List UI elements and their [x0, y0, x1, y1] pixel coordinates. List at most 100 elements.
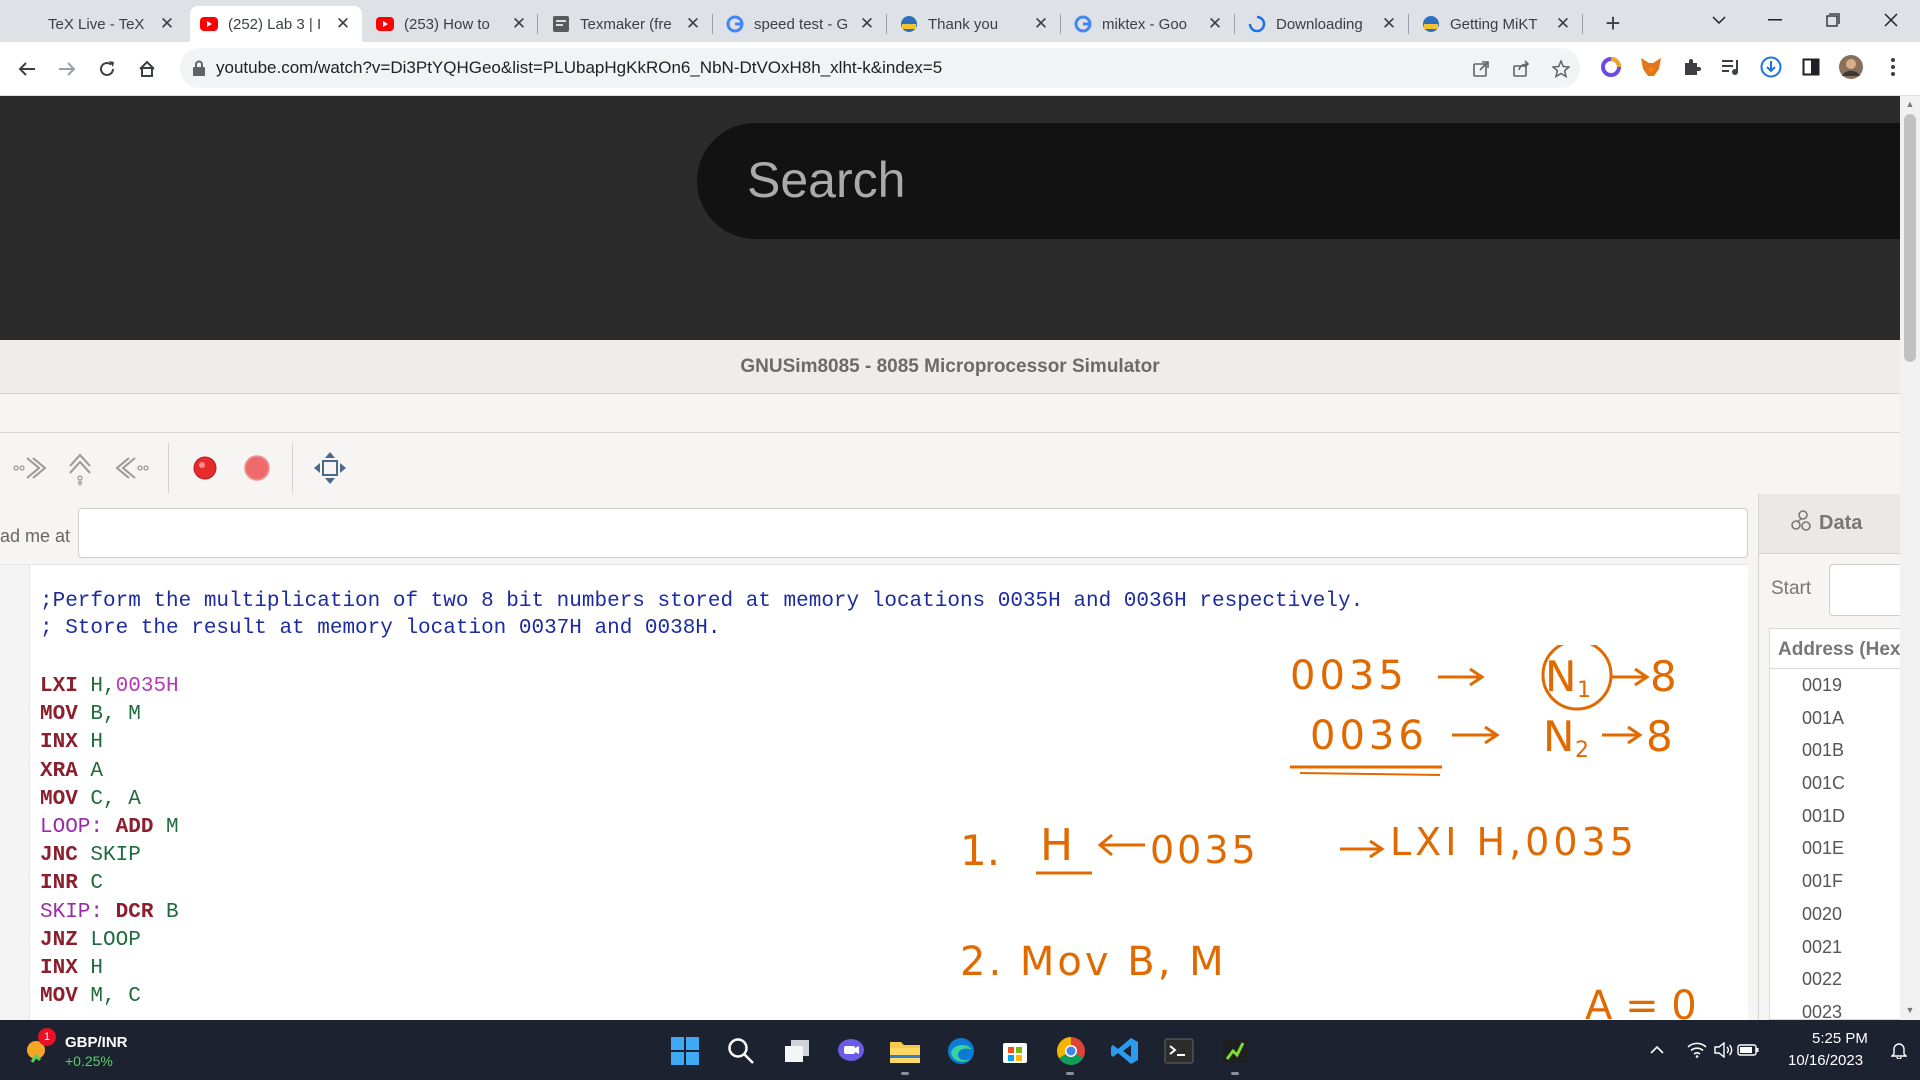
- close-icon[interactable]: ✕: [158, 14, 176, 33]
- scrollbar-thumb[interactable]: [1904, 114, 1916, 362]
- close-icon[interactable]: ✕: [1032, 14, 1050, 33]
- task-view-icon[interactable]: [776, 1030, 818, 1072]
- code-line[interactable]: JNC SKIP: [40, 844, 141, 867]
- close-icon[interactable]: ✕: [1554, 14, 1572, 33]
- minimize-icon[interactable]: [1752, 0, 1798, 40]
- address-row[interactable]: 001D: [1770, 800, 1900, 833]
- load-address-input[interactable]: [78, 508, 1748, 558]
- back-icon[interactable]: [12, 54, 42, 84]
- vscode-icon[interactable]: [1104, 1030, 1146, 1072]
- start-icon[interactable]: [664, 1030, 706, 1072]
- notification-bell-icon[interactable]: [1878, 1029, 1920, 1071]
- close-icon[interactable]: ✕: [684, 14, 702, 33]
- restore-icon[interactable]: [1810, 0, 1856, 40]
- file-explorer-icon[interactable]: [884, 1030, 926, 1072]
- clear-breakpoints-icon[interactable]: [237, 448, 277, 488]
- home-icon[interactable]: [132, 54, 162, 84]
- code-line[interactable]: MOV C, A: [40, 788, 141, 811]
- gnusim-icon[interactable]: [1214, 1030, 1256, 1072]
- scroll-down-icon[interactable]: ▼: [1900, 1002, 1920, 1018]
- close-icon[interactable]: ✕: [1206, 14, 1224, 33]
- tab-texmaker[interactable]: Texmaker (fre ✕: [542, 6, 712, 42]
- code-line[interactable]: MOV B, M: [40, 703, 141, 726]
- code-line[interactable]: INX H: [40, 957, 103, 980]
- tab-downloading[interactable]: Downloading ✕: [1238, 6, 1408, 42]
- chat-icon[interactable]: [830, 1030, 872, 1072]
- code-editor[interactable]: ;Perform the multiplication of two 8 bit…: [0, 564, 1748, 1020]
- terminal-icon[interactable]: [1158, 1030, 1200, 1072]
- address-row[interactable]: 0022: [1770, 963, 1900, 996]
- address-row[interactable]: 001A: [1770, 702, 1900, 735]
- battery-icon[interactable]: [1727, 1029, 1769, 1071]
- code-line[interactable]: LXI H,0035H: [40, 675, 179, 698]
- address-row[interactable]: 001B: [1770, 734, 1900, 767]
- tab-search-icon[interactable]: [1696, 0, 1742, 40]
- address-table[interactable]: Address (Hex) 0019 001A 001B 001C 001D 001E 00…: [1769, 628, 1900, 1020]
- bookmark-star-icon[interactable]: [1550, 58, 1572, 80]
- code-line[interactable]: SKIP: DCR B: [40, 901, 179, 924]
- breakpoint-icon[interactable]: [185, 448, 225, 488]
- page-scrollbar[interactable]: ▲ ▼: [1900, 96, 1920, 1020]
- start-address-input[interactable]: [1829, 564, 1900, 616]
- clock-time[interactable]: 5:25 PM: [1812, 1030, 1868, 1047]
- video-player[interactable]: GNUSim8085 - 8085 Microprocessor Simulat…: [0, 340, 1900, 1020]
- avatar[interactable]: [1838, 54, 1864, 80]
- forward-icon[interactable]: [52, 54, 82, 84]
- reload-icon[interactable]: [92, 54, 122, 84]
- address-row[interactable]: 0020: [1770, 898, 1900, 931]
- tab-lab3-youtube[interactable]: (252) Lab 3 | I ✕: [190, 6, 362, 42]
- chevron-up-icon[interactable]: [1636, 1029, 1678, 1071]
- open-in-app-icon[interactable]: [1470, 58, 1492, 80]
- close-window-icon[interactable]: [1868, 0, 1914, 40]
- step-over-icon[interactable]: [10, 448, 50, 488]
- close-icon[interactable]: ✕: [858, 14, 876, 33]
- metamask-fox-icon[interactable]: [1638, 54, 1664, 80]
- clock-date[interactable]: 10/16/2023: [1788, 1052, 1863, 1069]
- url-text[interactable]: youtube.com/watch?v=Di3PtYQHGeo&list=PLU…: [216, 58, 942, 78]
- widget-ticker[interactable]: 1 GBP/INR +0.25%: [20, 1028, 180, 1072]
- step-back-icon[interactable]: [112, 448, 152, 488]
- address-row[interactable]: 001C: [1770, 767, 1900, 800]
- extension-ring-icon[interactable]: [1598, 54, 1624, 80]
- tab-data[interactable]: Data: [1759, 494, 1900, 554]
- lock-icon[interactable]: [192, 60, 206, 76]
- chrome-icon[interactable]: [1050, 1030, 1092, 1072]
- tab-miktex-google[interactable]: miktex - Goo ✕: [1064, 6, 1234, 42]
- close-icon[interactable]: ✕: [334, 14, 352, 33]
- code-line[interactable]: XRA A: [40, 760, 103, 783]
- address-row[interactable]: 0019: [1770, 669, 1900, 702]
- fullscreen-icon[interactable]: [310, 448, 350, 488]
- search-input[interactable]: Search: [697, 123, 1917, 239]
- side-panel-icon[interactable]: [1798, 54, 1824, 80]
- tab-tex-live[interactable]: TeX Live - TeX ✕: [38, 6, 186, 42]
- code-line[interactable]: INX H: [40, 731, 103, 754]
- step-into-icon[interactable]: [60, 448, 100, 488]
- download-icon[interactable]: [1758, 54, 1784, 80]
- taskbar-search-icon[interactable]: [720, 1030, 762, 1072]
- tab-thank-you[interactable]: Thank you ✕: [890, 6, 1060, 42]
- close-icon[interactable]: ✕: [510, 14, 528, 33]
- microsoft-store-icon[interactable]: [994, 1030, 1036, 1072]
- code-line[interactable]: INR C: [40, 872, 103, 895]
- tab-how-to-youtube[interactable]: (253) How to ✕: [366, 6, 538, 42]
- tab-label: (252) Lab 3 | I: [228, 15, 322, 33]
- extensions-puzzle-icon[interactable]: [1678, 54, 1704, 80]
- more-menu-icon[interactable]: [1880, 54, 1906, 80]
- tab-getting-miktex[interactable]: Getting MiKT ✕: [1412, 6, 1582, 42]
- address-row[interactable]: 001E: [1770, 832, 1900, 865]
- address-row[interactable]: 001F: [1770, 865, 1900, 898]
- scroll-up-icon[interactable]: ▲: [1900, 96, 1920, 112]
- address-row[interactable]: 0023: [1770, 996, 1900, 1019]
- tab-speed-test[interactable]: speed test - G ✕: [716, 6, 886, 42]
- reading-list-icon[interactable]: [1718, 54, 1744, 80]
- new-tab-button[interactable]: +: [1598, 8, 1628, 38]
- address-bar[interactable]: youtube.com/watch?v=Di3PtYQHGeo&list=PLU…: [180, 48, 1580, 88]
- code-line[interactable]: LOOP: ADD M: [40, 816, 179, 839]
- code-line[interactable]: MOV M, C: [40, 985, 141, 1008]
- close-icon[interactable]: ✕: [1380, 14, 1398, 33]
- address-column-header[interactable]: Address (Hex): [1770, 629, 1900, 669]
- edge-icon[interactable]: [940, 1030, 982, 1072]
- share-icon[interactable]: [1510, 58, 1532, 80]
- address-row[interactable]: 0021: [1770, 931, 1900, 964]
- code-line[interactable]: JNZ LOOP: [40, 929, 141, 952]
